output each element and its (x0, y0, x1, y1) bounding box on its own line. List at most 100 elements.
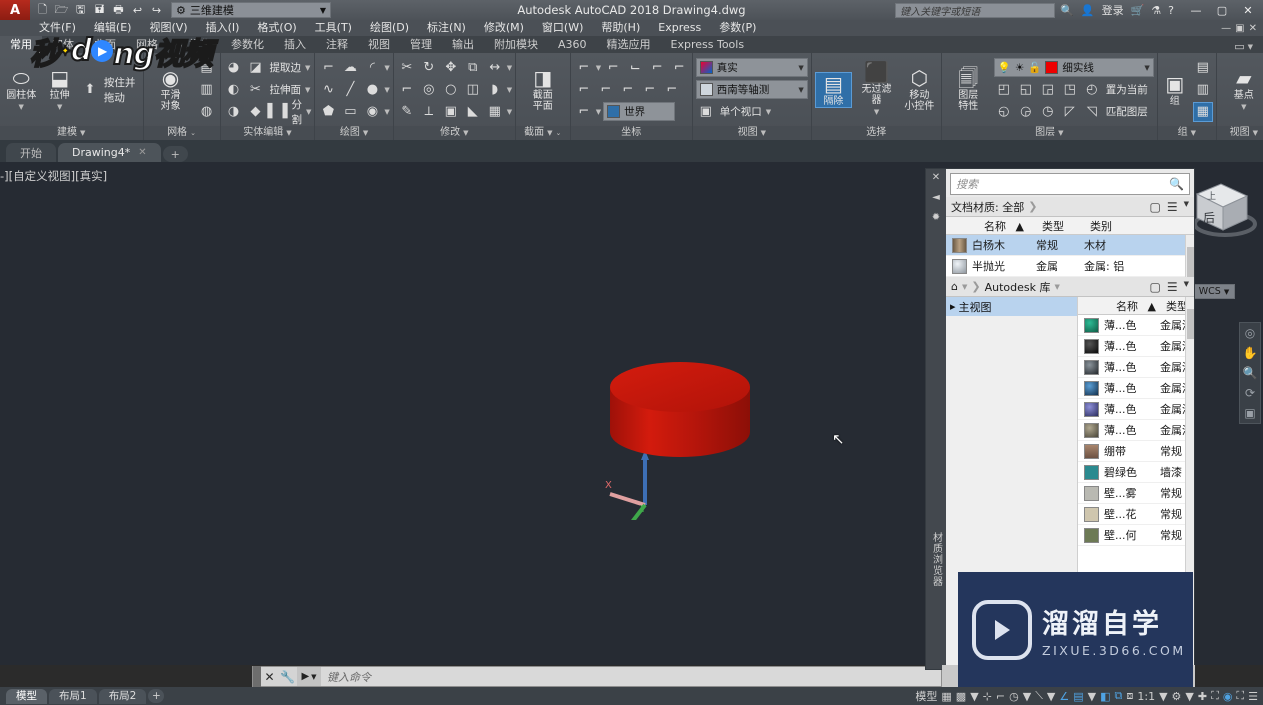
chevron-down-icon[interactable]: ▼ (1185, 690, 1193, 703)
col-type[interactable]: 类型 (1036, 218, 1084, 234)
list-item[interactable]: 薄...色 金属漆 (1078, 315, 1194, 336)
ucs-world-combo[interactable]: 世界 (603, 102, 676, 121)
view-preset-combo[interactable]: 西南等轴测 ▼ (695, 80, 808, 99)
search-tool-icon[interactable]: 🔍 (1058, 4, 1076, 17)
showmotion-icon[interactable]: ▣ (1244, 406, 1255, 420)
list-item[interactable]: 壁...花 常规 (1078, 504, 1194, 525)
chevron-down-icon[interactable]: ▼ (970, 690, 978, 703)
panel-close-icon[interactable]: ✕ (932, 172, 940, 183)
minimize-button[interactable]: — (1183, 0, 1209, 20)
menu-parameters[interactable]: 参数(P) (710, 20, 765, 36)
document-materials-breadcrumb[interactable]: 文档材质: 全部 ❯ ▢ ☰ ▼ (946, 197, 1194, 217)
set-current-label[interactable]: 置为当前 (1104, 80, 1150, 100)
no-filter-button[interactable]: ⬛ 无过滤器 ▼ (858, 61, 895, 118)
thumbnail-view-icon[interactable]: ▢ (1150, 200, 1161, 214)
menu-express[interactable]: Express (649, 20, 710, 36)
pan-icon[interactable]: ✋ (1243, 346, 1258, 360)
shell-icon[interactable]: ◆ (246, 102, 266, 122)
new-layout-button[interactable]: + (148, 689, 165, 703)
panel-title-view2[interactable]: 视图 ▼ (1216, 126, 1263, 140)
sb-tab-layout2[interactable]: 布局2 (98, 688, 147, 704)
signin-label[interactable]: 登录 (1100, 2, 1126, 18)
revcloud-icon[interactable]: ☁ (340, 58, 360, 78)
save-icon[interactable]: 🖫 (72, 2, 89, 19)
tab-view[interactable]: 视图 (358, 36, 400, 53)
close-icon[interactable]: ✕ (261, 670, 278, 684)
ucs-named-icon[interactable]: ⌐ (574, 102, 594, 122)
ribbon-minimize-control[interactable]: ▭ ▼ (1234, 40, 1263, 53)
set-current-icon[interactable]: ◴ (1082, 80, 1102, 100)
object-snap-icon[interactable]: ⟍ (1035, 689, 1043, 703)
mesh-convert-icon[interactable]: ◍ (197, 102, 217, 122)
unlock-icon[interactable]: 🔓 (1028, 61, 1041, 74)
rectangle-icon[interactable]: ▭ (340, 102, 360, 122)
cylinder-3d-object[interactable] (608, 360, 753, 480)
mesh-add-crease-icon[interactable]: ▥ (197, 80, 217, 100)
cylinder-button[interactable]: ⬭ 圆柱体 ▼ (3, 67, 39, 113)
autocad-logo[interactable]: A (0, 0, 30, 20)
layer-on-icon[interactable]: ◷ (1038, 102, 1058, 122)
layer-freeze-icon[interactable]: ◱ (1016, 80, 1036, 100)
list-item[interactable]: 碧绿色 墙漆 (1078, 462, 1194, 483)
list-view-icon[interactable]: ☰ (1167, 200, 1178, 214)
polar-tracking-icon[interactable]: ◷ (1009, 690, 1019, 703)
table-row[interactable]: 半抛光 金属 金属: 铝 (946, 256, 1194, 277)
ucs-x-icon[interactable]: ⌐ (647, 58, 667, 78)
document-materials-scrollbar[interactable] (1185, 235, 1194, 277)
col-name[interactable]: 名称 ▲ (972, 218, 1036, 234)
annotation-scale-icon[interactable]: 1:1 (1137, 690, 1155, 703)
snap-mode-icon[interactable]: ▩ (956, 690, 966, 703)
line-icon[interactable]: ╱ (340, 80, 360, 100)
menu-help[interactable]: 帮助(H) (592, 20, 649, 36)
list-item[interactable]: 薄...色 金属漆 (1078, 378, 1194, 399)
intersect-icon[interactable]: ◑ (224, 102, 244, 122)
search-input[interactable]: 键入关键字或短语 (895, 2, 1056, 18)
panel-title-modify[interactable]: 修改 ▼ (393, 126, 515, 140)
close-button[interactable]: ✕ (1235, 0, 1261, 20)
dyn-ucs-icon[interactable]: ⊹ (983, 690, 992, 703)
smooth-object-button[interactable]: ◉ 平滑 对象 (147, 67, 195, 112)
list-item[interactable]: 壁...雾 常规 (1078, 483, 1194, 504)
zoom-icon[interactable]: 🔍 (1243, 366, 1258, 380)
sb-tab-layout1[interactable]: 布局1 (49, 688, 97, 704)
menu-draw[interactable]: 绘图(D) (361, 20, 418, 36)
fillet-icon[interactable]: ⌐ (397, 80, 417, 100)
rotate-icon[interactable]: ↻ (419, 58, 439, 78)
layer-unlock-icon[interactable]: ◸ (1060, 102, 1080, 122)
press-pull-button[interactable]: ⬆ 按住并拖动 (80, 77, 140, 104)
array-icon[interactable]: ▦ (485, 102, 505, 122)
stretch-icon[interactable]: ↔ (485, 58, 505, 78)
layer-off-icon[interactable]: ◲ (1038, 80, 1058, 100)
panel-title-groups[interactable]: 组 ▼ (1157, 126, 1216, 140)
copy-icon[interactable]: ⧉ (463, 58, 483, 78)
steeringwheel-icon[interactable]: ◎ (1245, 326, 1255, 340)
hardware-accel-icon[interactable]: ⛶ (1211, 689, 1219, 703)
ungroup-icon[interactable]: ▤ (1193, 58, 1213, 78)
tab-drawing4[interactable]: Drawing4* ✕ (58, 143, 161, 162)
workspace-selector[interactable]: ⚙ 三维建模 ▼ (171, 2, 331, 18)
slice-icon[interactable]: ✂ (246, 80, 266, 100)
plot-icon[interactable]: 🖶 (110, 2, 127, 19)
table-row[interactable]: 白杨木 常规 木材 (946, 235, 1194, 256)
panel-title-modeling[interactable]: 建模 ▼ (0, 126, 143, 140)
layer-combo[interactable]: 💡 ☀ 🔓 细实线 ▼ (993, 58, 1154, 77)
ucs-z-icon[interactable]: ⌙ (625, 58, 645, 78)
chevron-down-icon[interactable]: ▼ (1023, 690, 1031, 703)
match-layer-label[interactable]: 匹配图层 (1104, 102, 1150, 122)
list-item[interactable]: 壁...何 常规 (1078, 525, 1194, 546)
cart-icon[interactable]: 🛒 (1129, 4, 1147, 17)
separate-label[interactable]: 分割 (290, 99, 305, 126)
library-breadcrumb[interactable]: ⌂ ▼ ❯ Autodesk 库 ▼ ▢ ☰ ▼ (946, 277, 1194, 297)
ortho-mode-icon[interactable]: ⌐ (996, 690, 1005, 703)
group-selection-icon[interactable]: ▦ (1192, 101, 1213, 122)
section-plane-button[interactable]: ◨ 截面 平面 (519, 67, 567, 112)
viewport-label[interactable]: -][自定义视图][真实] (0, 168, 107, 184)
spline-icon[interactable]: ∿ (318, 80, 338, 100)
taper-icon[interactable]: ◣ (463, 102, 483, 122)
trim-icon[interactable]: ✂ (397, 58, 417, 78)
ellipse-icon[interactable]: ◉ (362, 102, 382, 122)
new-tab-button[interactable]: + (162, 146, 188, 162)
circle-icon[interactable]: ● (362, 80, 382, 100)
match-layer-icon[interactable]: ◹ (1082, 102, 1102, 122)
layer-isolate-icon[interactable]: ◰ (994, 80, 1014, 100)
